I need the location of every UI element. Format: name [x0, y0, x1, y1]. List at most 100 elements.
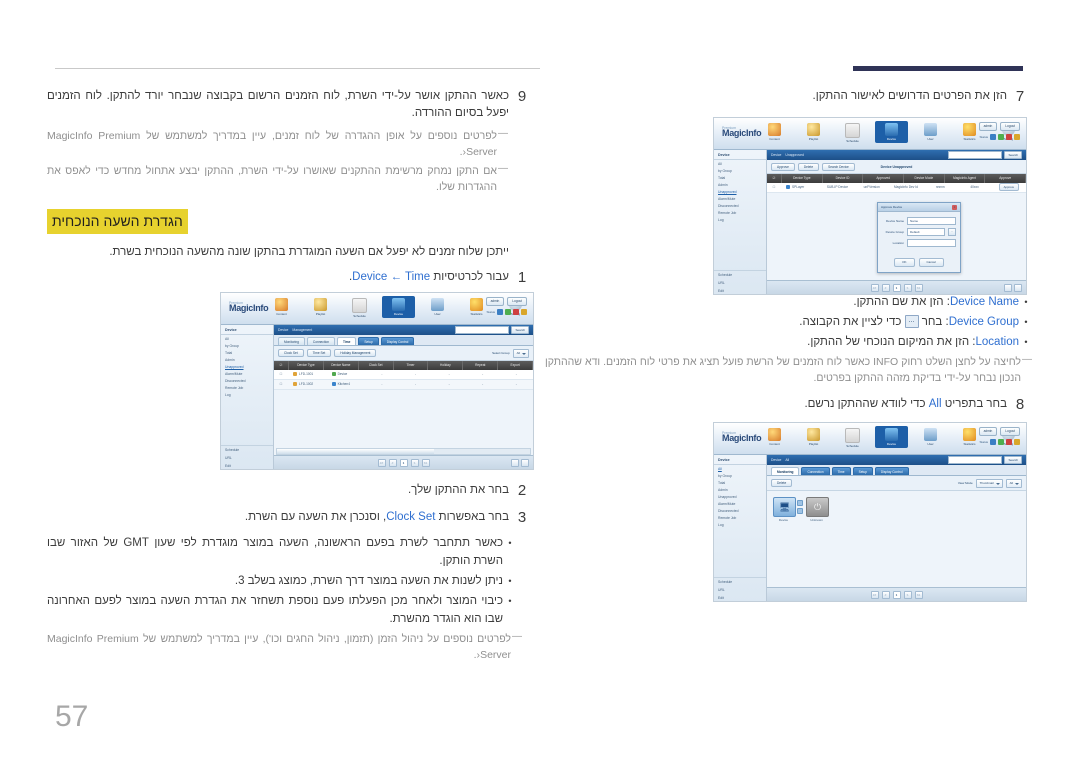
page-next-button[interactable]: >: [903, 284, 912, 292]
col-approved[interactable]: Approved: [863, 174, 905, 183]
col-device-mode[interactable]: Device Mode: [904, 174, 945, 183]
tab-monitoring[interactable]: Monitoring: [771, 467, 800, 475]
search-button[interactable]: Search: [1004, 456, 1022, 464]
row-checkbox[interactable]: ☐: [274, 370, 288, 379]
col-device-type[interactable]: Device Type: [782, 174, 823, 183]
sidebar-item-alarm-mute[interactable]: Alarm/Mute: [221, 370, 273, 377]
table-row[interactable]: ☐ LFD-1001 Device - - - - -: [274, 370, 533, 380]
sidebar-footer-edit[interactable]: Edit: [221, 462, 273, 469]
col-approve-action[interactable]: Approve: [985, 174, 1026, 183]
breadcrumb-item-all[interactable]: All: [785, 458, 789, 462]
tile-action-icon[interactable]: [797, 508, 803, 514]
filter-select[interactable]: All: [1005, 478, 1022, 488]
page-current[interactable]: 1: [892, 591, 901, 599]
sidebar-item-total[interactable]: Total: [714, 174, 766, 181]
page-first-button[interactable]: <<: [377, 459, 386, 467]
nav-item-user[interactable]: User: [914, 426, 947, 448]
breadcrumb-item-device[interactable]: Device: [771, 458, 781, 462]
sidebar-item-log[interactable]: Log: [714, 216, 766, 223]
sidebar-item-unapproved[interactable]: Unapproved: [714, 188, 766, 195]
nav-item-playlist[interactable]: Playlist: [304, 296, 337, 318]
nav-item-user[interactable]: User: [914, 121, 947, 143]
delete-button[interactable]: Delete: [797, 162, 820, 171]
sidebar-footer-edit[interactable]: Edit: [714, 594, 766, 601]
approve-button[interactable]: Approve: [771, 162, 795, 171]
clock-set-button[interactable]: Clock Set: [278, 349, 304, 357]
select-all-checkbox[interactable]: ☑: [767, 174, 782, 183]
page-next-button[interactable]: >: [903, 591, 912, 599]
row-approve-button[interactable]: Approve: [998, 183, 1020, 191]
user-button[interactable]: admin: [485, 297, 505, 306]
search-input[interactable]: [455, 326, 510, 334]
nav-item-user[interactable]: User: [421, 296, 454, 318]
nav-item-content[interactable]: Content: [265, 296, 298, 318]
device-name-input[interactable]: Name: [907, 217, 956, 225]
holiday-management-button[interactable]: Holiday Management: [334, 349, 377, 357]
table-row[interactable]: ☐ LFD-1002 Kitchen4 - - - - -: [274, 380, 533, 390]
search-input[interactable]: [948, 456, 1003, 464]
page-next-button[interactable]: >: [410, 459, 419, 467]
footer-option-button[interactable]: [1004, 284, 1012, 292]
col-repeat[interactable]: Repeat: [463, 361, 499, 370]
search-input[interactable]: [948, 151, 1003, 159]
logout-button[interactable]: Logout: [507, 297, 527, 306]
device-thumbnail[interactable]: ⏻: [806, 497, 829, 517]
sidebar-footer-edit[interactable]: Edit: [714, 287, 766, 294]
page-prev-button[interactable]: <: [388, 459, 397, 467]
scrollbar-thumb[interactable]: [277, 449, 434, 454]
device-group-input[interactable]: Default: [907, 228, 945, 236]
sidebar-item-alarm-mute[interactable]: Alarm/Mute: [714, 195, 766, 202]
nav-item-schedule[interactable]: Schedule: [343, 296, 376, 318]
sidebar-item-remote-job[interactable]: Remote Job: [221, 384, 273, 391]
user-button[interactable]: admin: [978, 427, 998, 436]
sidebar-item-disconnected[interactable]: Disconnected: [714, 507, 766, 514]
footer-option-button[interactable]: [521, 459, 529, 467]
breadcrumb-item-management[interactable]: Management: [292, 328, 312, 332]
sidebar-item-all[interactable]: All: [714, 465, 766, 472]
sidebar-item-admin[interactable]: Admin: [221, 356, 273, 363]
sidebar-item-remote-job[interactable]: Remote Job: [714, 514, 766, 521]
tab-connection[interactable]: Connection: [801, 467, 830, 475]
close-icon[interactable]: ×: [952, 204, 957, 210]
page-last-button[interactable]: >>: [914, 284, 923, 292]
page-last-button[interactable]: >>: [914, 591, 923, 599]
nav-item-playlist[interactable]: Playlist: [797, 426, 830, 448]
nav-item-content[interactable]: Content: [758, 121, 791, 143]
col-holiday[interactable]: Holiday: [428, 361, 464, 370]
col-magicinfo-agent[interactable]: MagicInfo Agent: [945, 174, 986, 183]
page-current[interactable]: 1: [399, 459, 408, 467]
breadcrumb-item-unapproved[interactable]: Unapproved: [785, 153, 803, 157]
sidebar-item-by-group[interactable]: by Group: [714, 472, 766, 479]
col-device-type[interactable]: Device Type: [289, 361, 324, 370]
delete-button[interactable]: Delete: [771, 479, 793, 487]
nav-item-schedule[interactable]: Schedule: [836, 121, 869, 143]
page-first-button[interactable]: <<: [870, 284, 879, 292]
select-all-checkbox[interactable]: ☑: [274, 361, 289, 370]
sidebar-item-all[interactable]: All: [221, 335, 273, 342]
sidebar-item-unapproved[interactable]: Unapproved: [221, 363, 273, 370]
page-first-button[interactable]: <<: [870, 591, 879, 599]
logout-button[interactable]: Logout: [1000, 427, 1020, 436]
tab-display-control[interactable]: Display Control: [380, 337, 415, 345]
sidebar-footer-schedule[interactable]: Schedule: [714, 271, 766, 279]
sidebar-item-by-group[interactable]: by Group: [714, 167, 766, 174]
col-device-id[interactable]: Device ID: [823, 174, 864, 183]
col-clock-set[interactable]: Clock Set: [359, 361, 394, 370]
sidebar-footer-url[interactable]: URL: [714, 279, 766, 287]
tab-time[interactable]: Time: [831, 467, 851, 475]
col-timer[interactable]: Timer: [394, 361, 429, 370]
footer-option-button[interactable]: [511, 459, 519, 467]
page-prev-button[interactable]: <: [881, 591, 890, 599]
sidebar-footer-schedule[interactable]: Schedule: [221, 446, 273, 454]
table-row[interactable]: ☐ SPLayer SUB-IP Device unFVersion Magic…: [767, 183, 1026, 193]
search-button[interactable]: Search: [1004, 151, 1022, 159]
page-prev-button[interactable]: <: [881, 284, 890, 292]
sidebar-item-log[interactable]: Log: [714, 521, 766, 528]
row-checkbox[interactable]: ☐: [274, 380, 288, 389]
sidebar-footer-url[interactable]: URL: [714, 586, 766, 594]
location-input[interactable]: [907, 239, 956, 247]
sidebar-item-alarm-mute[interactable]: Alarm/Mute: [714, 500, 766, 507]
time-set-button[interactable]: Time Set: [306, 349, 332, 357]
sidebar-item-remote-job[interactable]: Remote Job: [714, 209, 766, 216]
breadcrumb-item-device[interactable]: Device: [278, 328, 288, 332]
